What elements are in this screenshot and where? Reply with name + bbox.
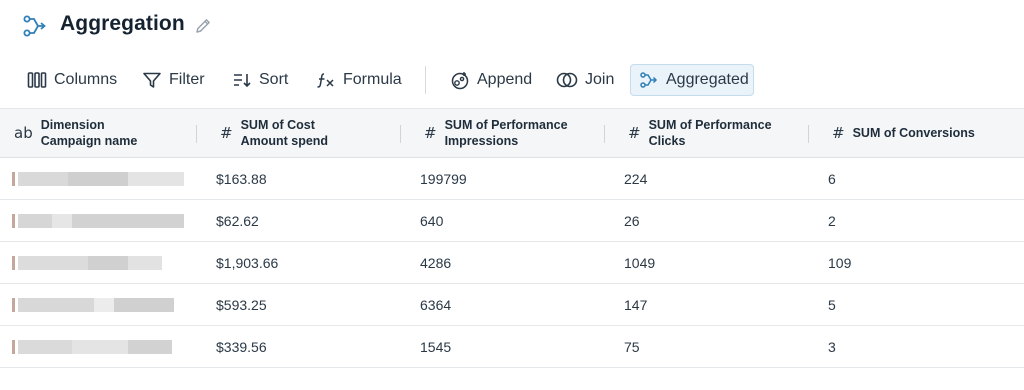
column-header-line2: Clicks (648, 134, 686, 148)
conversions-cell: 109 (828, 255, 852, 271)
toolbar-divider (425, 66, 426, 94)
join-icon (556, 72, 578, 88)
aggregated-button[interactable]: Aggregated (630, 64, 754, 96)
column-header-amount-spend[interactable]: # SUM of Cost Amount spend (220, 109, 328, 157)
impressions-cell: 1545 (420, 339, 452, 355)
table-row[interactable]: $1,903.66 4286 1049 109 (0, 242, 1024, 284)
table-row[interactable]: $62.62 640 26 2 (0, 200, 1024, 242)
column-header-clicks[interactable]: # SUM of Performance Clicks (628, 109, 772, 157)
toolbar: Columns Filter Sort Formula Append Join … (0, 60, 1024, 100)
column-header-line1: Dimension (40, 118, 105, 132)
column-divider[interactable] (808, 125, 809, 143)
column-header-line1: SUM of Conversions (852, 126, 975, 140)
join-button[interactable]: Join (556, 64, 614, 96)
number-type-icon: # (220, 124, 233, 142)
sort-icon (234, 74, 251, 88)
table-row[interactable]: $593.25 6364 147 5 (0, 284, 1024, 326)
cost-cell: $163.88 (216, 171, 267, 187)
cost-cell: $593.25 (216, 297, 267, 313)
impressions-cell: 199799 (420, 171, 467, 187)
append-label: Append (477, 71, 533, 88)
append-icon (451, 72, 469, 90)
cost-cell: $339.56 (216, 339, 267, 355)
column-header-line2: Amount spend (240, 134, 329, 148)
conversions-cell: 6 (828, 171, 836, 187)
column-header-campaign-name[interactable]: ab Dimension Campaign name (14, 109, 137, 157)
column-header-impressions[interactable]: # SUM of Performance Impressions (424, 109, 568, 157)
impressions-cell: 640 (420, 213, 444, 229)
page-title: Aggregation (60, 12, 185, 35)
join-label: Join (585, 71, 615, 88)
column-header-line1: SUM of Performance (444, 118, 568, 132)
column-divider[interactable] (196, 125, 197, 143)
text-type-icon: ab (14, 124, 33, 142)
column-header-line2: Impressions (444, 134, 519, 148)
impressions-cell: 6364 (420, 297, 452, 313)
clicks-cell: 75 (624, 339, 640, 355)
table-row[interactable]: $163.88 199799 224 6 (0, 158, 1024, 200)
columns-label: Columns (54, 71, 118, 88)
blurred-campaign-name (12, 298, 174, 312)
page-header: Aggregation (0, 0, 1024, 54)
column-header-line1: SUM of Performance (648, 118, 772, 132)
number-type-icon: # (832, 124, 845, 142)
blurred-campaign-name (12, 340, 172, 354)
sort-label: Sort (259, 71, 289, 88)
formula-label: Formula (343, 71, 402, 88)
impressions-cell: 4286 (420, 255, 452, 271)
filter-label: Filter (169, 71, 205, 88)
cost-cell: $1,903.66 (216, 255, 279, 271)
aggregated-label: Aggregated (666, 71, 749, 88)
blurred-campaign-name (12, 172, 184, 186)
filter-button[interactable]: Filter (142, 64, 205, 96)
formula-icon (317, 73, 334, 88)
sort-button[interactable]: Sort (232, 64, 288, 96)
conversions-cell: 2 (828, 213, 836, 229)
column-header-line1: SUM of Cost (240, 118, 315, 132)
table-header: ab Dimension Campaign name # SUM of Cost A… (0, 108, 1024, 158)
cost-cell: $62.62 (216, 213, 259, 229)
filter-icon (143, 72, 161, 88)
column-header-line2: Campaign name (40, 134, 138, 148)
column-header-conversions[interactable]: # SUM of Conversions (832, 109, 975, 157)
column-divider[interactable] (400, 125, 401, 143)
table-row[interactable]: $339.56 1545 75 3 (0, 326, 1024, 368)
clicks-cell: 224 (624, 171, 648, 187)
formula-button[interactable]: Formula (316, 64, 402, 96)
conversions-cell: 5 (828, 297, 836, 313)
clicks-cell: 147 (624, 297, 648, 313)
column-divider[interactable] (604, 125, 605, 143)
clicks-cell: 1049 (624, 255, 656, 271)
columns-button[interactable]: Columns (27, 64, 117, 96)
append-button[interactable]: Append (450, 64, 532, 96)
number-type-icon: # (424, 124, 437, 142)
pencil-icon[interactable] (193, 16, 213, 36)
aggregated-icon (640, 72, 658, 88)
blurred-campaign-name (12, 256, 162, 270)
conversions-cell: 3 (828, 339, 836, 355)
blurred-campaign-name (12, 214, 184, 228)
clicks-cell: 26 (624, 213, 640, 229)
number-type-icon: # (628, 124, 641, 142)
columns-icon (27, 72, 47, 88)
aggregation-icon (23, 15, 46, 37)
